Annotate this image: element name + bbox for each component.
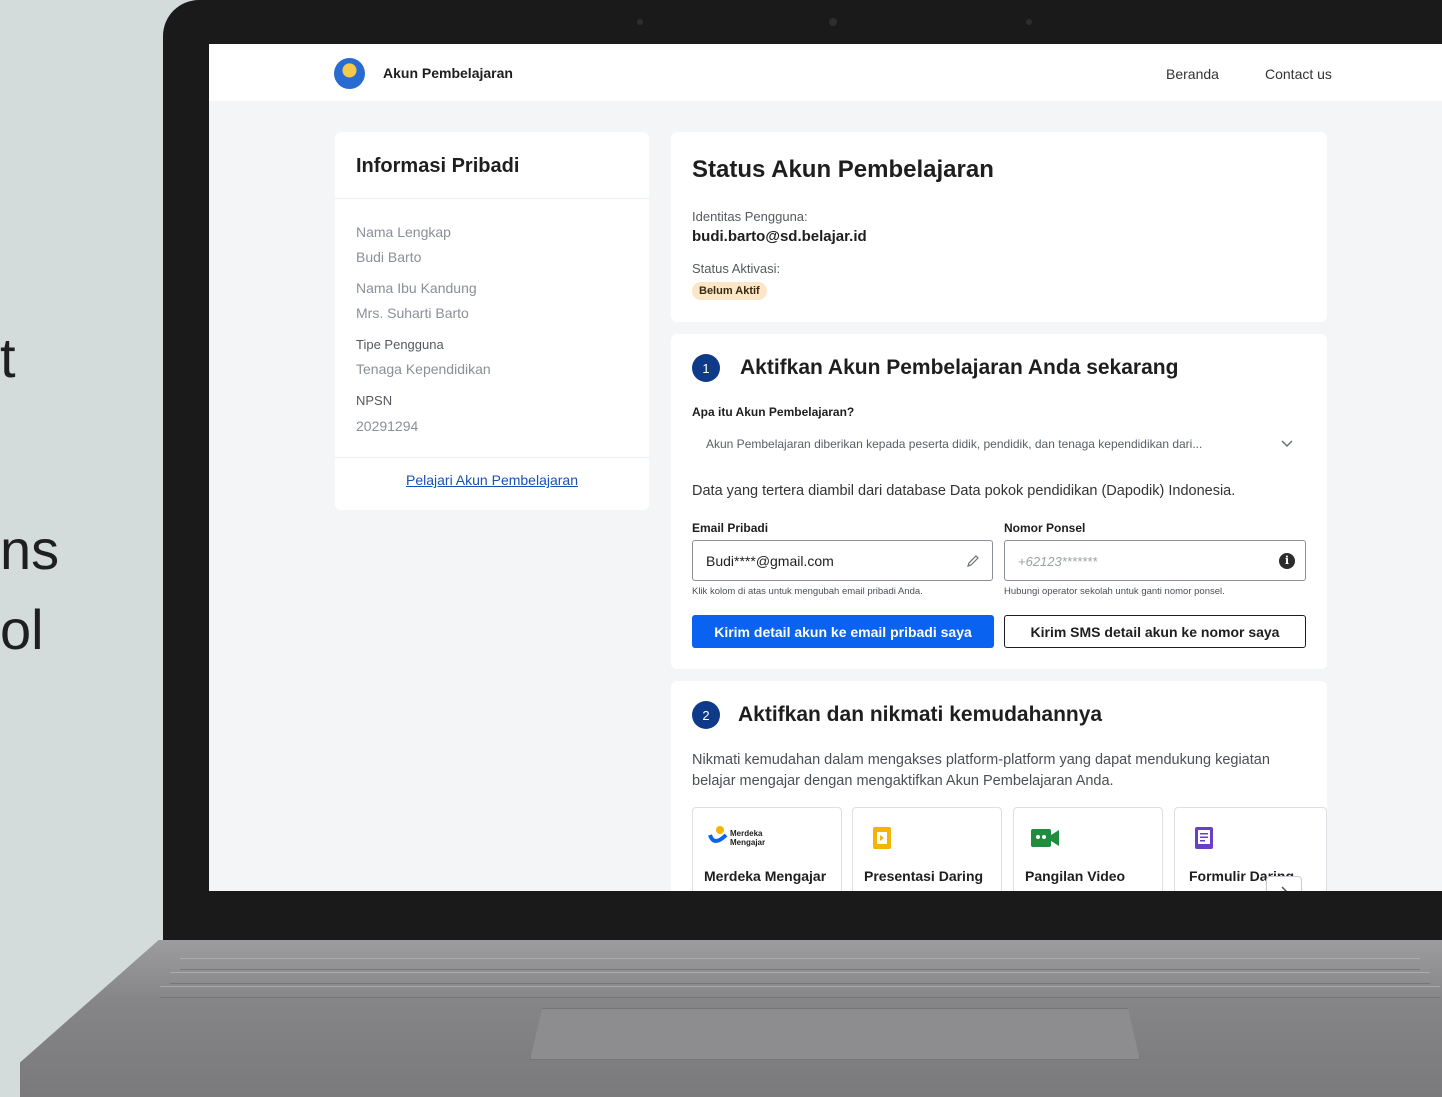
send-sms-button[interactable]: Kirim SMS detail akun ke nomor saya xyxy=(1004,615,1306,648)
brand-name[interactable]: Akun Pembelajaran xyxy=(383,65,513,81)
phone-field[interactable]: +62123******* i xyxy=(1004,540,1306,581)
status-title: Status Akun Pembelajaran xyxy=(692,156,994,183)
field-value: Tenaga Kependidikan xyxy=(356,361,491,377)
field-label: Tipe Pengguna xyxy=(356,337,444,352)
send-email-button[interactable]: Kirim detail akun ke email pribadi saya xyxy=(692,615,994,648)
step-number-badge: 2 xyxy=(692,701,720,729)
app-tile-formulir-daring[interactable]: Formulir Daring xyxy=(1174,807,1327,891)
email-field-label: Email Pribadi xyxy=(692,521,769,535)
identity-label: Identitas Pengguna: xyxy=(692,209,808,224)
phone-field-label: Nomor Ponsel xyxy=(1004,521,1086,535)
background-text-3: ol xyxy=(0,598,44,661)
app-name: Merdeka Mengajar xyxy=(704,868,827,884)
tut-wuri-logo-icon[interactable] xyxy=(334,58,365,89)
step1-title: Aktifkan Akun Pembelajaran Anda sekarang xyxy=(740,356,1179,379)
faq-answer-preview[interactable]: Akun Pembelajaran diberikan kepada peser… xyxy=(706,437,1202,451)
slides-icon xyxy=(873,827,891,849)
video-call-icon xyxy=(1031,829,1059,847)
chevron-down-icon[interactable] xyxy=(1281,440,1293,448)
nav-contact-us[interactable]: Contact us xyxy=(1265,66,1332,82)
camera-dot xyxy=(1026,19,1032,25)
divider xyxy=(335,198,649,199)
identity-value: budi.barto@sd.belajar.id xyxy=(692,228,867,245)
keyboard-row xyxy=(180,958,1420,970)
email-field-value: Budi****@gmail.com xyxy=(706,553,834,569)
app-tile-merdeka-mengajar[interactable]: Merdeka Mengajar Merdeka Mengajar xyxy=(692,807,842,891)
background-text-2: ns xyxy=(0,518,60,581)
personal-info-card: Informasi Pribadi Nama Lengkap Budi Bart… xyxy=(335,132,649,510)
account-status-card: Status Akun Pembelajaran Identitas Pengg… xyxy=(671,132,1327,322)
nav-beranda[interactable]: Beranda xyxy=(1166,66,1219,82)
laptop-screen: Akun Pembelajaran Beranda Contact us Inf… xyxy=(209,44,1442,891)
info-icon[interactable]: i xyxy=(1279,553,1295,569)
keyboard-row xyxy=(160,986,1440,998)
field-label: NPSN xyxy=(356,393,393,408)
email-help-text: Klik kolom di atas untuk mengubah email … xyxy=(692,586,923,597)
field-label: Nama Ibu Kandung xyxy=(356,280,477,296)
learn-more-link[interactable]: Pelajari Akun Pembelajaran xyxy=(335,472,649,488)
field-label: Nama Lengkap xyxy=(356,224,451,240)
phone-field-placeholder: +62123******* xyxy=(1018,554,1098,569)
app-tile-pangilan-video[interactable]: Pangilan Video xyxy=(1013,807,1163,891)
forms-icon xyxy=(1195,827,1213,849)
divider xyxy=(335,457,649,458)
chevron-right-icon xyxy=(1281,886,1288,891)
merdeka-mengajar-logo-text: Merdeka Mengajar xyxy=(730,829,766,847)
faq-question: Apa itu Akun Pembelajaran? xyxy=(692,405,855,419)
top-navigation-bar: Akun Pembelajaran Beranda Contact us xyxy=(209,44,1442,101)
email-field[interactable]: Budi****@gmail.com xyxy=(692,540,993,581)
field-value: Budi Barto xyxy=(356,249,422,265)
step-number-badge: 1 xyxy=(692,354,720,382)
background-text-1: t xyxy=(0,326,16,389)
step2-description: Nikmati kemudahan dalam mengakses platfo… xyxy=(692,752,1270,789)
edit-pencil-icon[interactable] xyxy=(966,554,980,568)
keyboard-row xyxy=(170,972,1430,984)
trackpad xyxy=(530,1008,1140,1060)
field-value: 20291294 xyxy=(356,418,419,434)
carousel-next-button[interactable] xyxy=(1266,876,1302,891)
activation-step-card: 1 Aktifkan Akun Pembelajaran Anda sekara… xyxy=(671,334,1327,669)
status-badge: Belum Aktif xyxy=(692,282,767,300)
app-name: Pangilan Video xyxy=(1025,868,1126,884)
personal-info-title: Informasi Pribadi xyxy=(356,155,520,177)
source-note: Data yang tertera diambil dari database … xyxy=(692,483,1236,499)
camera-dot xyxy=(637,19,643,25)
step2-title: Aktifkan dan nikmati kemudahannya xyxy=(738,703,1103,726)
merdeka-mengajar-logo-icon xyxy=(708,826,728,843)
field-value: Mrs. Suharti Barto xyxy=(356,305,469,321)
app-name: Presentasi Daring xyxy=(864,868,984,884)
activation-label: Status Aktivasi: xyxy=(692,261,781,276)
camera-lens xyxy=(829,18,837,26)
phone-help-text: Hubungi operator sekolah untuk ganti nom… xyxy=(1004,586,1225,597)
app-tile-presentasi-daring[interactable]: Presentasi Daring xyxy=(852,807,1002,891)
